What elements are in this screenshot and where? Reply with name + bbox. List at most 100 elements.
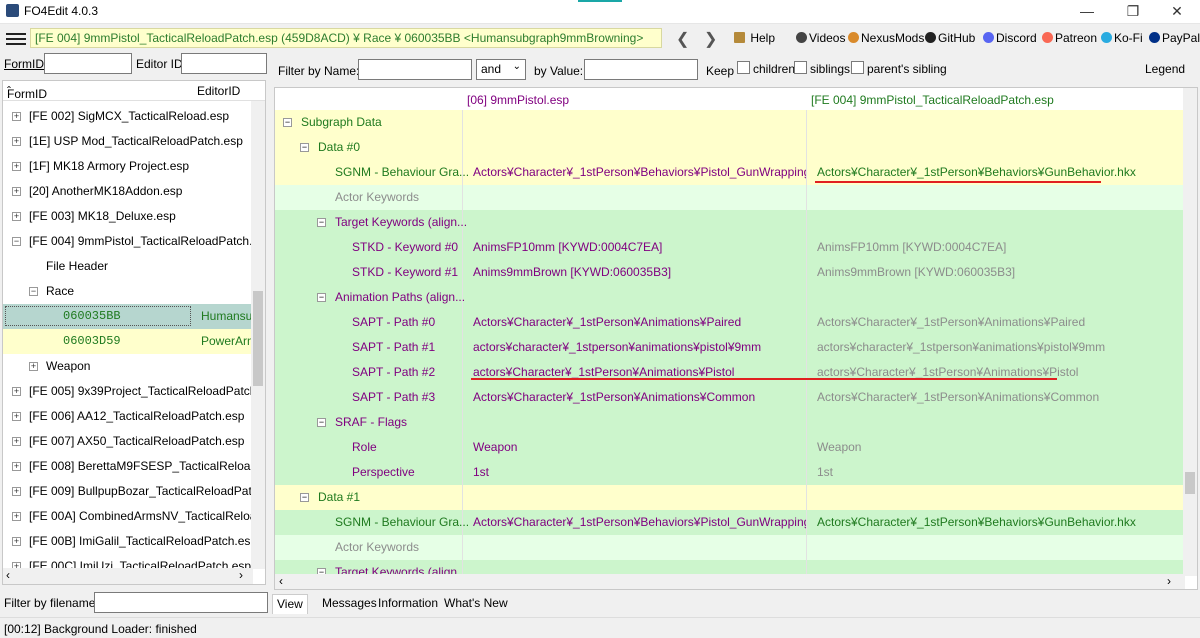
- filter-value-label: by Value:: [534, 64, 584, 78]
- filter-name-input[interactable]: [358, 59, 472, 80]
- minimize-icon[interactable]: —: [1064, 0, 1110, 24]
- grid-row[interactable]: SGNM - Behaviour Gra... Actors¥Character…: [275, 510, 1185, 535]
- col-editorid-header[interactable]: EditorID: [197, 84, 240, 98]
- forward-arrow-icon[interactable]: ❯: [704, 29, 717, 49]
- status-bar: [00:12] Background Loader: finished: [0, 617, 1200, 638]
- grid-row[interactable]: − SRAF - Flags: [275, 410, 1185, 435]
- grid-vertical-scrollbar[interactable]: [1183, 88, 1197, 576]
- tree-item[interactable]: + [FE 00A] CombinedArmsNV_TacticalReloadP…: [3, 504, 253, 529]
- scroll-thumb[interactable]: [1185, 472, 1195, 494]
- scroll-thumb[interactable]: [253, 291, 263, 386]
- keep-label: Keep: [706, 64, 735, 78]
- title-accent: [578, 0, 622, 2]
- grid-row[interactable]: SAPT - Path #0 Actors¥Character¥_1stPers…: [275, 310, 1185, 335]
- tree-item[interactable]: + [FE 009] BullpupBozar_TacticalReloadPat…: [3, 479, 253, 504]
- film-icon: [796, 32, 807, 43]
- parents-sibling-checkbox[interactable]: [851, 61, 864, 74]
- grid-row[interactable]: Role Weapon Weapon: [275, 435, 1185, 460]
- tree-item[interactable]: + [20] AnotherMK18Addon.esp: [3, 179, 253, 204]
- editorid-input[interactable]: [181, 53, 267, 74]
- children-checkbox[interactable]: [737, 61, 750, 74]
- toolbar: [FE 004] 9mmPistol_TacticalReloadPatch.e…: [0, 25, 1200, 53]
- tree-horizontal-scrollbar[interactable]: ‹ ›: [3, 568, 253, 584]
- patreon-link[interactable]: Patreon: [1042, 31, 1097, 45]
- siblings-checkbox[interactable]: [794, 61, 807, 74]
- tree-item-selected[interactable]: 060035BB Humansu: [3, 304, 253, 329]
- videos-link[interactable]: Videos: [796, 31, 845, 45]
- back-arrow-icon[interactable]: ❮: [676, 29, 689, 49]
- grid-row[interactable]: STKD - Keyword #0 AnimsFP10mm [KYWD:0004…: [275, 235, 1185, 260]
- grid-row[interactable]: STKD - Keyword #1 Anims9mmBrown [KYWD:06…: [275, 260, 1185, 285]
- kofi-link[interactable]: Ko-Fi: [1101, 31, 1143, 45]
- nexusmods-link[interactable]: NexusMods: [848, 31, 924, 45]
- help-link[interactable]: Help: [734, 31, 775, 45]
- tab-view[interactable]: View: [272, 594, 308, 614]
- formid-input[interactable]: [44, 53, 132, 74]
- tree-item[interactable]: + [FE 002] SigMCX_TacticalReload.esp: [3, 104, 253, 129]
- legend-button[interactable]: Legend: [1145, 62, 1185, 76]
- tree-item[interactable]: + [1E] USP Mod_TacticalReloadPatch.esp: [3, 129, 253, 154]
- bottom-tabs: View Messages Information What's New: [272, 592, 1200, 614]
- filter-value-input[interactable]: [584, 59, 698, 80]
- app-icon: [6, 4, 19, 17]
- red-underline: [815, 181, 1101, 183]
- scroll-right-icon[interactable]: ›: [239, 568, 243, 582]
- tree-item[interactable]: + [FE 005] 9x39Project_TacticalReloadPatc…: [3, 379, 253, 404]
- plugin-tree: FormID ˆ EditorID + [FE 002] SigMCX_Tacti…: [2, 80, 266, 585]
- scroll-left-icon[interactable]: ‹: [6, 568, 10, 582]
- record-filter-bar: Filter by Name: and ⌄ by Value: Keep chil…: [272, 57, 1200, 83]
- filename-filter-bar: Filter by filename:: [0, 590, 270, 616]
- nexus-icon: [848, 32, 859, 43]
- path-display: [FE 004] 9mmPistol_TacticalReloadPatch.e…: [30, 28, 662, 48]
- tree-item[interactable]: − Race: [3, 279, 253, 304]
- grid-horizontal-scrollbar[interactable]: ‹ ›: [275, 574, 1185, 589]
- grid-row[interactable]: − Data #1: [275, 485, 1185, 510]
- grid-row[interactable]: Actor Keywords: [275, 535, 1185, 560]
- tree-item[interactable]: + [FE 006] AA12_TacticalReloadPatch.esp: [3, 404, 253, 429]
- operator-select[interactable]: and ⌄: [476, 59, 526, 80]
- filename-filter-input[interactable]: [94, 592, 268, 613]
- record-compare-grid: [06] 9mmPistol.esp [FE 004] 9mmPistol_Ta…: [274, 87, 1198, 590]
- col-formid-header[interactable]: FormID ˆ: [7, 84, 47, 101]
- editorid-label: Editor ID: [136, 57, 183, 71]
- tree-item[interactable]: +[FE 008] BerettaM9FSESP_TacticalReloadP…: [3, 454, 253, 479]
- parents-sibling-label: parent's sibling: [867, 62, 947, 76]
- grid-row[interactable]: − Animation Paths (align...: [275, 285, 1185, 310]
- grid-row[interactable]: SAPT - Path #1 actors¥character¥_1stpers…: [275, 335, 1185, 360]
- close-icon[interactable]: ✕: [1154, 0, 1200, 24]
- tab-information[interactable]: Information: [374, 594, 442, 614]
- window-title: FO4Edit 4.0.3: [24, 4, 99, 18]
- grid-row[interactable]: Perspective 1st 1st: [275, 460, 1185, 485]
- tree-vertical-scrollbar[interactable]: [251, 101, 265, 569]
- tab-messages[interactable]: Messages: [318, 594, 381, 614]
- paypal-icon: [1149, 32, 1160, 43]
- tree-item[interactable]: + [FE 00C] ImiUzi_TacticalReloadPatch.esp: [3, 554, 253, 568]
- tree-item[interactable]: File Header: [3, 254, 253, 279]
- grid-row[interactable]: − Target Keywords (align...: [275, 210, 1185, 235]
- tree-item[interactable]: − [FE 004] 9mmPistol_TacticalReloadPatch.…: [3, 229, 253, 254]
- tree-item[interactable]: 06003D59 PowerArm: [3, 329, 253, 354]
- red-underline: [471, 378, 1057, 380]
- menu-icon[interactable]: [6, 31, 26, 47]
- tree-item[interactable]: + [1F] MK18 Armory Project.esp: [3, 154, 253, 179]
- maximize-icon[interactable]: ❐: [1110, 0, 1156, 24]
- siblings-label: siblings: [810, 62, 851, 76]
- tree-item[interactable]: + [FE 007] AX50_TacticalReloadPatch.esp: [3, 429, 253, 454]
- scroll-left-icon[interactable]: ‹: [279, 574, 283, 588]
- grid-row[interactable]: SAPT - Path #3 Actors¥Character¥_1stPers…: [275, 385, 1185, 410]
- github-link[interactable]: GitHub: [925, 31, 975, 45]
- scroll-right-icon[interactable]: ›: [1167, 574, 1171, 588]
- tab-whats-new[interactable]: What's New: [440, 594, 512, 614]
- discord-icon: [983, 32, 994, 43]
- grid-row[interactable]: − Data #0: [275, 135, 1185, 160]
- paypal-link[interactable]: PayPal: [1149, 31, 1200, 45]
- grid-row[interactable]: SAPT - Path #2 actors¥Character¥_1stPers…: [275, 360, 1185, 385]
- grid-row[interactable]: Actor Keywords: [275, 185, 1185, 210]
- patreon-icon: [1042, 32, 1053, 43]
- discord-link[interactable]: Discord: [983, 31, 1037, 45]
- tree-item[interactable]: + [FE 00B] ImiGalil_TacticalReloadPatch.e…: [3, 529, 253, 554]
- tree-item[interactable]: + [FE 003] MK18_Deluxe.esp: [3, 204, 253, 229]
- tree-item[interactable]: + Weapon: [3, 354, 253, 379]
- grid-row[interactable]: − Subgraph Data: [275, 110, 1185, 135]
- left-search-bar: FormID Editor ID: [0, 53, 270, 77]
